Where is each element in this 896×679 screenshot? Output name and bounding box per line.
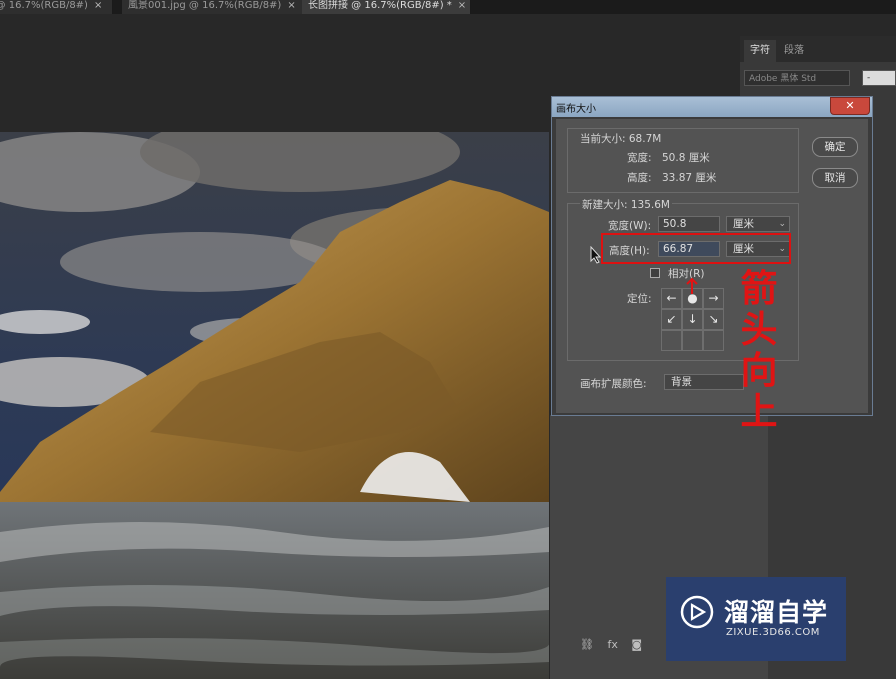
annotation-text: 箭 头 向 上 [736, 268, 782, 432]
close-tab-icon[interactable]: × [287, 0, 295, 11]
new-size-label: 新建大小: 135.6M [580, 197, 672, 212]
font-family-value: Adobe 黑体 Std [749, 74, 817, 84]
anchor-cell[interactable]: ↓ [682, 309, 703, 330]
close-tab-icon[interactable]: × [94, 0, 102, 11]
tab-label: 風景001.jpg @ 16.7%(RGB/8#) [128, 0, 282, 11]
anchor-cell[interactable]: ↙ [661, 309, 682, 330]
tab-label: 0 @ 16.7%(RGB/8#) [0, 0, 88, 11]
width-unit-value: 厘米 [733, 218, 754, 230]
watermark-title: 溜溜自学 [724, 598, 829, 627]
document-tab-bar: 0 @ 16.7%(RGB/8#) × 風景001.jpg @ 16.7%(RGB… [0, 0, 896, 14]
anchor-cell[interactable]: → [703, 288, 724, 309]
anchor-grid[interactable]: ← ● → ↙ ↓ ↘ [661, 288, 724, 351]
relative-checkbox[interactable] [650, 268, 660, 278]
play-logo-icon [680, 595, 714, 629]
document-tab[interactable]: 0 @ 16.7%(RGB/8#) × [0, 0, 113, 14]
close-tab-icon[interactable]: × [458, 0, 466, 11]
document-tab[interactable]: 風景001.jpg @ 16.7%(RGB/8#) × [122, 0, 307, 14]
anchor-cell[interactable] [682, 330, 703, 351]
current-height-label: 高度: [627, 172, 652, 184]
tab-label: 长图拼接 @ 16.7%(RGB/8#) * [308, 0, 452, 11]
extension-color-label: 画布扩展颜色: [580, 378, 647, 390]
annotation-line: 上 [740, 390, 778, 433]
canvas-image[interactable] [0, 132, 549, 679]
close-icon[interactable]: ✕ [830, 97, 870, 115]
annotation-line: 箭 [740, 267, 778, 310]
current-height-value: 33.87 厘米 [662, 172, 717, 184]
width-unit-select[interactable]: 厘米 ⌄ [726, 216, 790, 232]
document-tab-active[interactable]: 长图拼接 @ 16.7%(RGB/8#) * × [302, 0, 471, 14]
dialog-titlebar[interactable]: 画布大小 ✕ [552, 97, 872, 117]
font-family-select[interactable]: Adobe 黑体 Std [744, 70, 850, 86]
anchor-cell[interactable]: ↘ [703, 309, 724, 330]
extension-color-select[interactable]: 背景 [664, 374, 744, 390]
layers-bottom-toolbar: ⛓ fx ◙ [580, 638, 675, 658]
current-width-label: 宽度: [627, 152, 652, 164]
extension-color-value: 背景 [671, 376, 692, 388]
dialog-title: 画布大小 [556, 104, 596, 115]
height-highlight-box [601, 233, 791, 264]
anchor-cell[interactable] [661, 330, 682, 351]
mask-icon[interactable]: ◙ [631, 638, 642, 651]
width-input-value: 50.8 [663, 218, 687, 230]
width-input[interactable]: 50.8 [658, 216, 720, 232]
anchor-cell[interactable] [703, 330, 724, 351]
chevron-down-icon: ⌄ [778, 219, 786, 229]
anchor-label: 定位: [627, 293, 652, 305]
link-icon[interactable]: ⛓ [580, 638, 594, 651]
watermark: 溜溜自学 ZIXUE.3D66.COM [666, 577, 846, 661]
font-style-select[interactable]: - [862, 70, 896, 86]
panel-tabs: 字符 段落 [740, 36, 896, 62]
current-width-value: 50.8 厘米 [662, 152, 710, 164]
tab-paragraph[interactable]: 段落 [778, 40, 810, 62]
new-width-label: 宽度(W): [608, 220, 652, 232]
anchor-cell[interactable]: ← [661, 288, 682, 309]
current-size-label: 当前大小: 68.7M [580, 133, 662, 145]
font-style-value: - [867, 73, 871, 83]
mouse-cursor-icon [590, 246, 602, 264]
ok-button[interactable]: 确定 [812, 137, 858, 157]
annotation-line: 向 [740, 349, 778, 392]
fx-icon[interactable]: fx [607, 638, 617, 651]
red-arrow-up-icon [686, 277, 698, 294]
landscape-photo [0, 132, 549, 679]
cancel-button[interactable]: 取消 [812, 168, 858, 188]
watermark-url: ZIXUE.3D66.COM [726, 627, 820, 638]
tab-character[interactable]: 字符 [744, 40, 776, 62]
annotation-line: 头 [740, 308, 778, 351]
